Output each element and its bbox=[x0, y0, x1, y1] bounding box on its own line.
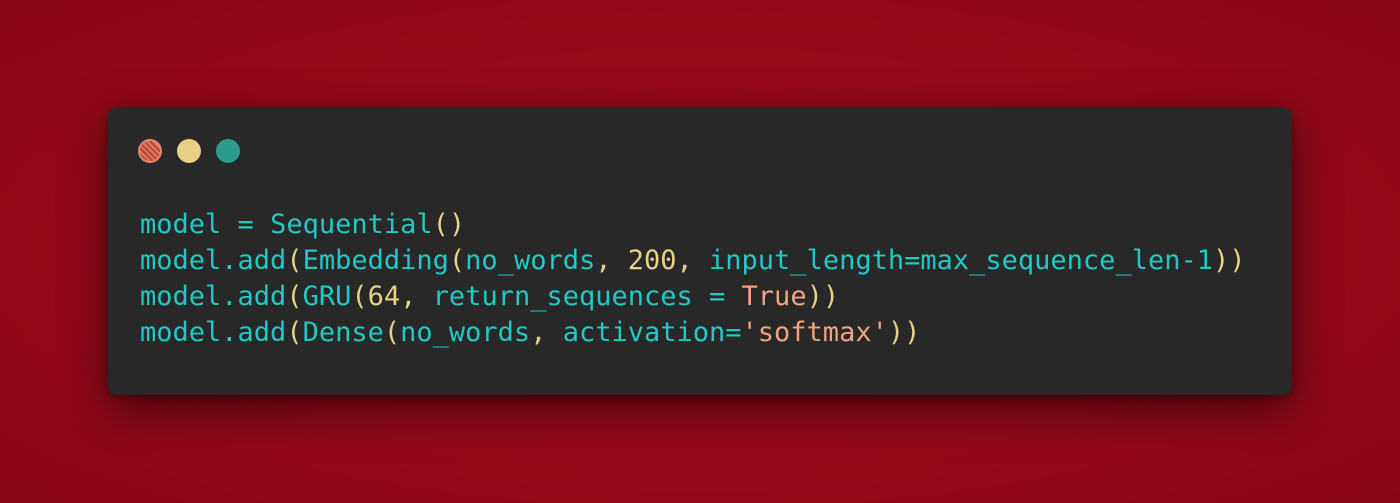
code-token: ( bbox=[286, 317, 303, 348]
code-line: model.add(Embedding(no_words, 200, input… bbox=[140, 243, 1246, 279]
code-window: model = Sequential() model.add(Embedding(… bbox=[108, 108, 1292, 395]
code-block: model = Sequential() model.add(Embedding(… bbox=[140, 207, 1246, 351]
code-token: model bbox=[140, 281, 222, 312]
code-token: = bbox=[725, 317, 742, 348]
code-token: , bbox=[530, 317, 563, 348]
maximize-dot-icon[interactable] bbox=[216, 139, 240, 163]
close-dot-icon[interactable] bbox=[138, 139, 162, 163]
code-token: . bbox=[221, 245, 238, 276]
code-token: max_sequence_len bbox=[920, 245, 1181, 276]
code-token: = bbox=[904, 245, 921, 276]
code-token: = bbox=[221, 209, 271, 240]
code-token: input_length bbox=[709, 245, 905, 276]
code-token: activation bbox=[562, 317, 726, 348]
code-token: ( bbox=[286, 281, 303, 312]
code-line: model.add(GRU(64, return_sequences = Tru… bbox=[140, 279, 1246, 315]
code-token: 'softmax' bbox=[741, 317, 888, 348]
code-token: Embedding bbox=[302, 245, 449, 276]
code-token: = bbox=[692, 281, 742, 312]
minimize-dot-icon[interactable] bbox=[177, 139, 201, 163]
code-token: return_sequences bbox=[432, 281, 693, 312]
code-token: Dense bbox=[302, 317, 384, 348]
code-token: model bbox=[140, 245, 222, 276]
code-token: ( bbox=[286, 245, 303, 276]
code-token: )) bbox=[806, 281, 840, 312]
code-token: 64 bbox=[367, 281, 401, 312]
code-token: , bbox=[595, 245, 628, 276]
code-token: 200 bbox=[627, 245, 677, 276]
code-token: - bbox=[1180, 245, 1197, 276]
code-token: add bbox=[237, 317, 287, 348]
code-token: )) bbox=[1213, 245, 1246, 276]
code-token: True bbox=[741, 281, 807, 312]
code-token: no_words bbox=[465, 245, 596, 276]
code-token: , bbox=[400, 281, 433, 312]
code-line: model.add(Dense(no_words, activation='so… bbox=[140, 315, 1246, 351]
code-token: ( bbox=[448, 245, 466, 276]
code-token: GRU bbox=[302, 281, 352, 312]
code-token: add bbox=[237, 281, 287, 312]
code-token: () bbox=[432, 209, 466, 240]
code-token: ( bbox=[351, 281, 368, 312]
code-token: , bbox=[676, 245, 710, 276]
code-token: . bbox=[221, 281, 238, 312]
code-token: . bbox=[221, 317, 238, 348]
code-line: model = Sequential() bbox=[140, 207, 1246, 243]
code-token: ( bbox=[383, 317, 401, 348]
code-token: model bbox=[140, 209, 222, 240]
code-token: add bbox=[237, 245, 287, 276]
code-token: no_words bbox=[400, 317, 531, 348]
code-token: Sequential bbox=[270, 209, 433, 240]
code-token: )) bbox=[887, 317, 921, 348]
window-controls bbox=[138, 139, 240, 163]
code-token: 1 bbox=[1196, 245, 1213, 276]
code-token: model bbox=[140, 317, 222, 348]
